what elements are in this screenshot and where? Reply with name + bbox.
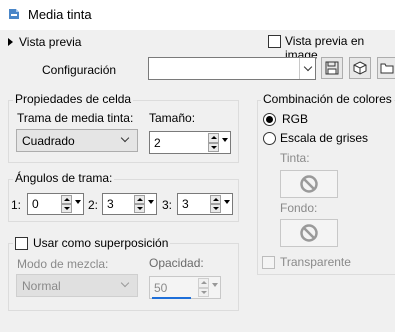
grayscale-radio[interactable] xyxy=(263,131,276,145)
transparent-option[interactable]: Transparente xyxy=(262,255,351,269)
dropdown-arrow-icon[interactable] xyxy=(222,138,228,142)
angle-1-spinner[interactable]: 0 xyxy=(27,193,84,215)
angle-3-spinner[interactable]: 3 xyxy=(177,193,233,215)
overlay-header: Usar como superposición xyxy=(13,236,171,250)
pattern-select[interactable]: Cuadrado xyxy=(16,129,138,152)
window-title: Media tinta xyxy=(28,7,92,22)
rgb-radio[interactable] xyxy=(263,112,276,126)
spin-up-icon[interactable] xyxy=(61,195,72,204)
rgb-option[interactable]: RGB xyxy=(263,112,308,126)
angle-1-label: 1: xyxy=(11,198,22,212)
cube-icon xyxy=(353,61,367,75)
chevron-down-icon[interactable] xyxy=(299,58,315,79)
blend-mode-value: Normal xyxy=(22,278,61,293)
rgb-label: RGB xyxy=(282,112,309,126)
ink-color-swatch[interactable] xyxy=(280,170,338,198)
spin-down-icon[interactable] xyxy=(210,204,221,213)
dropdown-arrow-icon[interactable] xyxy=(148,200,154,204)
spin-up-icon[interactable] xyxy=(134,195,145,204)
spin-down-icon[interactable] xyxy=(61,204,72,213)
size-label: Tamaño: xyxy=(149,111,196,125)
config-label: Configuración xyxy=(42,63,117,77)
spin-down-icon[interactable] xyxy=(208,142,219,152)
cell-properties-title: Propiedades de celda xyxy=(13,92,134,106)
blend-mode-label: Modo de mezcla: xyxy=(17,257,109,271)
angle-2-spinner[interactable]: 3 xyxy=(102,193,157,215)
open-preset-button[interactable] xyxy=(377,57,395,79)
folder-icon xyxy=(380,63,393,74)
opacity-level-bar xyxy=(152,297,191,299)
transparent-checkbox[interactable] xyxy=(262,255,275,269)
grayscale-label: Escala de grises xyxy=(280,131,369,145)
transparent-label: Transparente xyxy=(280,255,351,269)
blend-mode-select[interactable]: Normal xyxy=(16,274,138,297)
use-overlay-checkbox[interactable] xyxy=(15,236,28,250)
spin-down-icon[interactable] xyxy=(198,287,209,297)
size-spinner[interactable]: 2 xyxy=(149,131,231,154)
config-combo[interactable] xyxy=(148,57,316,80)
angles-title: Ángulos de trama: xyxy=(13,171,115,185)
chevron-down-icon xyxy=(120,278,130,288)
pattern-select-value: Cuadrado xyxy=(22,133,75,148)
preview-toggle-label: Vista previa xyxy=(19,35,82,49)
prohibited-icon xyxy=(300,224,318,242)
preview-toggle[interactable]: Vista previa xyxy=(8,34,81,50)
opacity-spinner[interactable]: 50 xyxy=(149,276,221,299)
ink-label: Tinta: xyxy=(280,151,310,165)
use-overlay-label: Usar como superposición xyxy=(33,236,169,250)
dropdown-arrow-icon[interactable] xyxy=(224,200,230,204)
spin-up-icon[interactable] xyxy=(210,195,221,204)
dropdown-arrow-icon[interactable] xyxy=(75,200,81,204)
prohibited-icon xyxy=(300,175,318,193)
color-combination-title: Combinación de colores xyxy=(261,92,394,106)
angle-2-label: 2: xyxy=(88,198,99,212)
background-label: Fondo: xyxy=(280,201,318,215)
spin-up-icon[interactable] xyxy=(198,278,209,288)
opacity-value: 50 xyxy=(154,280,168,295)
spin-up-icon[interactable] xyxy=(208,133,219,143)
grayscale-option[interactable]: Escala de grises xyxy=(263,131,368,145)
expand-triangle-icon xyxy=(8,38,13,46)
preview-in-image-checkbox[interactable] xyxy=(268,35,281,48)
dropdown-arrow-icon[interactable] xyxy=(212,283,218,287)
chevron-down-icon xyxy=(120,133,130,143)
spin-down-icon[interactable] xyxy=(134,204,145,213)
save-preset-button[interactable] xyxy=(321,57,343,79)
opacity-label: Opacidad: xyxy=(149,256,204,270)
reset-preset-button[interactable] xyxy=(349,57,371,79)
background-color-swatch[interactable] xyxy=(280,219,338,247)
pattern-label: Trama de media tinta: xyxy=(17,111,134,125)
angle-3-label: 3: xyxy=(162,198,173,212)
save-icon xyxy=(325,61,339,75)
app-icon xyxy=(9,9,19,19)
